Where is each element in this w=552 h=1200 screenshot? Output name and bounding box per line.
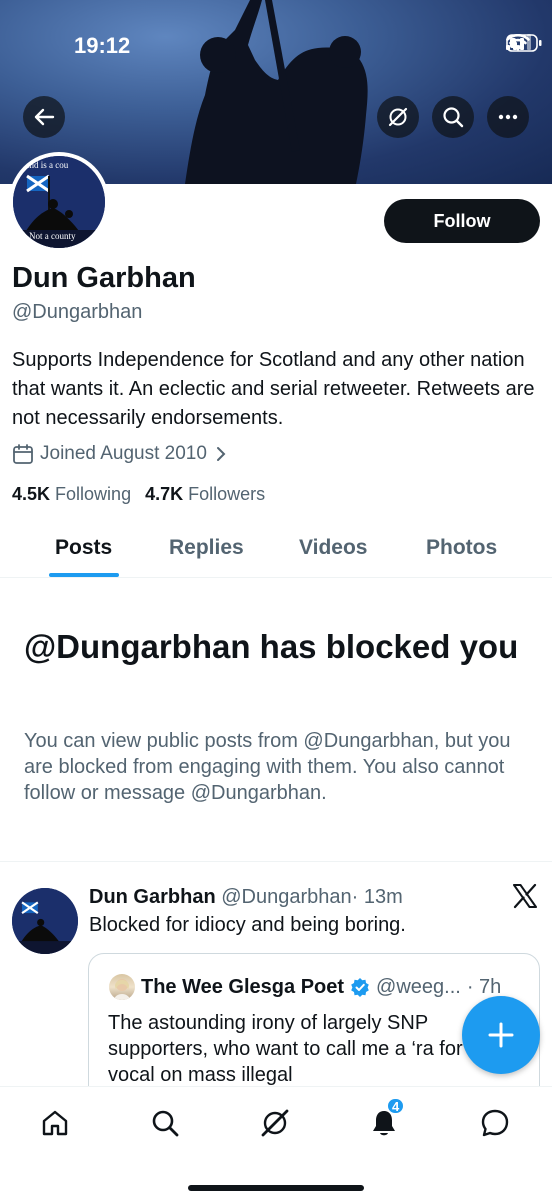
tab-photos[interactable]: Photos (426, 536, 497, 560)
post-author-handle[interactable]: @Dungarbhan (221, 886, 351, 908)
grok-button[interactable] (377, 96, 419, 138)
messages-icon (481, 1109, 509, 1137)
tab-posts[interactable]: Posts (55, 536, 112, 560)
compose-button[interactable] (462, 996, 540, 1074)
post-author-avatar[interactable] (12, 888, 78, 954)
blocked-title: @Dungarbhan has blocked you (24, 628, 519, 665)
joined-text: Joined August 2010 (40, 443, 207, 464)
compose-plus-icon (488, 1022, 514, 1048)
search-icon (152, 1110, 179, 1137)
back-button[interactable] (23, 96, 65, 138)
search-icon (443, 107, 464, 128)
home-indicator (188, 1185, 364, 1191)
nav-home[interactable] (35, 1103, 75, 1143)
profile-tabs: Posts Replies Videos Photos (0, 520, 552, 578)
grok-icon (261, 1109, 289, 1137)
bottom-nav: 4 (0, 1086, 552, 1200)
follow-counts: 4.5K Following 4.7K Followers (12, 484, 265, 505)
post-time: · 13m (351, 886, 403, 908)
more-icon (498, 114, 518, 120)
followers-count: 4.7K (145, 484, 184, 504)
active-tab-indicator (49, 573, 119, 577)
verified-badge-icon (351, 978, 369, 997)
battery-icon (506, 34, 542, 52)
avatar-text-top: land is a cou (23, 160, 69, 170)
banner-image (185, 0, 368, 184)
profile-avatar[interactable]: land is a cou Not a county (9, 152, 109, 252)
quote-author-avatar (109, 974, 135, 1000)
followers-link[interactable]: 4.7K Followers (145, 484, 265, 505)
grok-icon (388, 107, 408, 127)
blocked-description: You can view public posts from @Dungarbh… (24, 730, 511, 804)
chevron-right-icon (216, 447, 226, 461)
nav-messages[interactable] (475, 1103, 515, 1143)
post-text: Blocked for idiocy and being boring. (89, 914, 406, 936)
nav-search[interactable] (145, 1103, 185, 1143)
post-avatar-image (12, 888, 78, 954)
following-count: 4.5K (12, 484, 51, 504)
home-icon (42, 1110, 68, 1136)
back-arrow-icon (34, 108, 55, 126)
post-header: Dun Garbhan @Dungarbhan· 13m (89, 886, 403, 909)
avatar-text-bottom: Not a county (29, 231, 76, 241)
search-button[interactable] (432, 96, 474, 138)
follow-button[interactable]: Follow (384, 199, 540, 243)
tab-videos[interactable]: Videos (299, 536, 367, 560)
section-divider (0, 861, 552, 862)
following-label: Following (55, 484, 132, 504)
x-logo-icon (513, 883, 537, 909)
calendar-icon (13, 444, 33, 464)
post-author-name[interactable]: Dun Garbhan (89, 886, 216, 908)
display-name: Dun Garbhan (12, 262, 196, 294)
nav-notifications[interactable]: 4 (364, 1097, 406, 1143)
quote-header: The Wee Glesga Poet @weeg... · 7h (109, 974, 501, 1000)
profile-banner: 19:12 (0, 0, 552, 184)
more-button[interactable] (487, 96, 529, 138)
quote-time: · 7h (466, 975, 502, 998)
quote-author-handle: @weeg... (376, 975, 461, 998)
x-logo (512, 883, 538, 914)
followers-label: Followers (188, 484, 266, 504)
joined-date[interactable]: Joined August 2010 (12, 443, 229, 465)
status-time: 19:12 (74, 33, 131, 58)
profile-bio: Supports Independence for Scotland and a… (12, 349, 535, 429)
tab-replies[interactable]: Replies (169, 536, 244, 560)
nav-grok[interactable] (255, 1103, 295, 1143)
quote-avatar-image (114, 979, 130, 1000)
following-link[interactable]: 4.5K Following (12, 484, 131, 505)
quote-author-name: The Wee Glesga Poet (141, 975, 345, 998)
profile-handle: @Dungarbhan (12, 301, 143, 323)
notifications-badge: 4 (386, 1097, 406, 1115)
